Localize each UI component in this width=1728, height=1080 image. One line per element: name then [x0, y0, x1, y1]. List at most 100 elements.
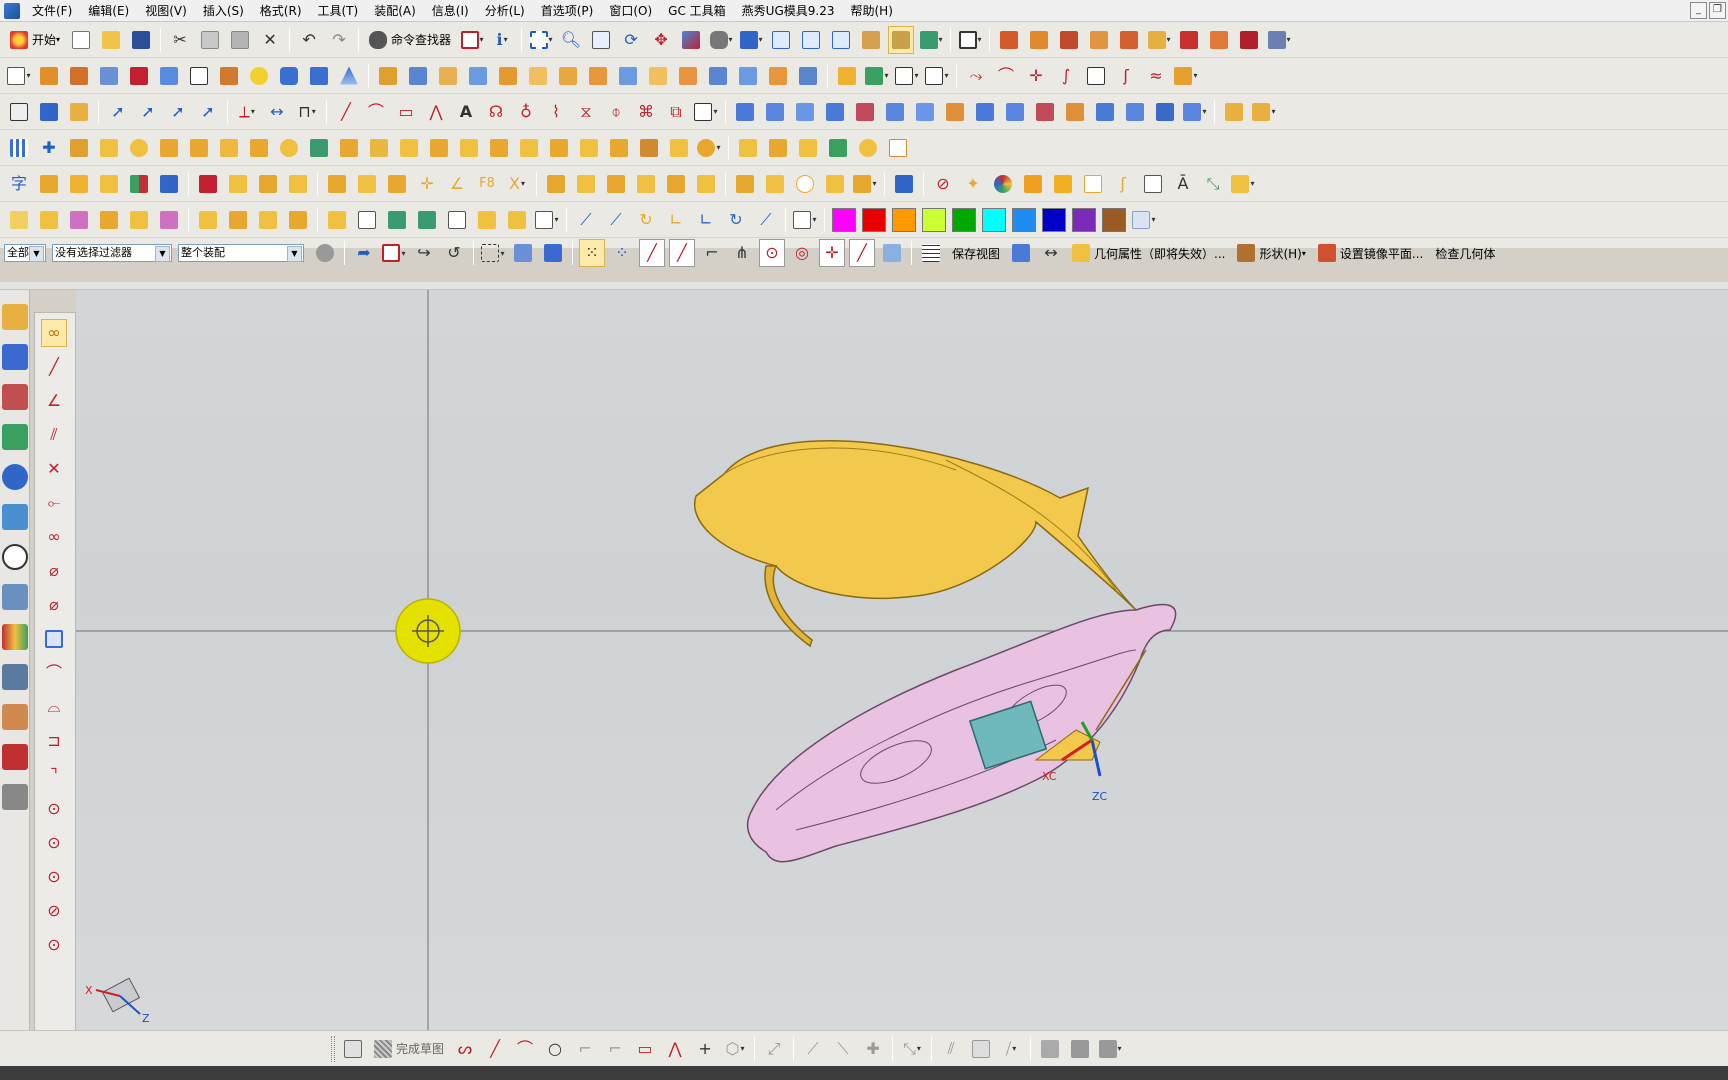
undo-button[interactable]: ↶	[296, 26, 322, 54]
mold-a-8-button[interactable]	[216, 134, 242, 162]
snap-2-button[interactable]: ⁘	[609, 239, 635, 267]
fillet-button[interactable]: ⌐	[572, 1035, 598, 1063]
surface-18-button[interactable]	[1251, 98, 1277, 126]
mold-a-27-button[interactable]	[795, 134, 821, 162]
system-scenes-icon[interactable]	[2, 744, 28, 770]
surface-9-button[interactable]	[972, 98, 998, 126]
mold-b-18-button[interactable]	[543, 170, 569, 198]
profile-tool-button[interactable]: ∞	[41, 319, 67, 347]
mold-c-8-button[interactable]	[225, 206, 251, 234]
tool-3-20-button[interactable]: ⌽	[603, 98, 629, 126]
mold-b-4-button[interactable]	[96, 170, 122, 198]
menu-analysis[interactable]: 分析(L)	[477, 0, 533, 22]
mirror-plane-button[interactable]: 设置镜像平面...	[1312, 240, 1429, 266]
feature-7-button[interactable]	[555, 62, 581, 90]
feature-2-button[interactable]	[405, 62, 431, 90]
pink-part[interactable]	[746, 603, 1177, 863]
menu-preferences[interactable]: 首选项(P)	[533, 0, 602, 22]
mold-b-26-button[interactable]	[792, 170, 818, 198]
constraint-button[interactable]: ⤡	[899, 1035, 925, 1063]
feature-15-button[interactable]	[795, 62, 821, 90]
surface-17-button[interactable]	[1221, 98, 1247, 126]
mold-c-14-button[interactable]	[414, 206, 440, 234]
surface-1-button[interactable]	[732, 98, 758, 126]
color-swatch-orange[interactable]	[892, 207, 916, 232]
feature-6-button[interactable]	[525, 62, 551, 90]
snap-control-button[interactable]: ⌐	[699, 239, 725, 267]
measure-button[interactable]: ↔	[1038, 239, 1064, 267]
mold-a-18-button[interactable]	[516, 134, 542, 162]
sketch-tool-19-button[interactable]: ⊙	[41, 931, 67, 959]
sketch-settings-button[interactable]	[340, 1035, 366, 1063]
color-edit-button[interactable]	[1131, 206, 1157, 234]
surface-2-button[interactable]	[762, 98, 788, 126]
select-tool-1-button[interactable]: ➦	[351, 239, 377, 267]
mold-b-13-button[interactable]	[384, 170, 410, 198]
surface-5-button[interactable]	[852, 98, 878, 126]
mold-b-5-button[interactable]	[126, 170, 152, 198]
mold-b-1-button[interactable]: 字	[6, 170, 32, 198]
mold-b-38-button[interactable]: Ā	[1170, 170, 1196, 198]
feature-19-button[interactable]	[924, 62, 950, 90]
web-browser-icon[interactable]	[2, 464, 28, 490]
info-tool-button[interactable]: ℹ	[489, 26, 515, 54]
mold-c-10-button[interactable]	[285, 206, 311, 234]
mold-b-31-button[interactable]: ✦	[960, 170, 986, 198]
mold-a-25-button[interactable]	[735, 134, 761, 162]
mold-c-15-button[interactable]	[444, 206, 470, 234]
mold-b-12-button[interactable]	[354, 170, 380, 198]
zoom-region-button[interactable]	[588, 26, 614, 54]
mold-a-30-button[interactable]	[885, 134, 911, 162]
view-top-button[interactable]	[798, 26, 824, 54]
line-button[interactable]: ╱	[482, 1035, 508, 1063]
show-constraints-button[interactable]	[968, 1035, 994, 1063]
mold-b-24-button[interactable]	[732, 170, 758, 198]
zoom-button[interactable]: 🔍︎	[558, 26, 584, 54]
mold-a-20-button[interactable]	[576, 134, 602, 162]
mold-b-10-button[interactable]	[285, 170, 311, 198]
mold-a-7-button[interactable]	[186, 134, 212, 162]
mold-c-24-button[interactable]: ↻	[723, 206, 749, 234]
mold-b-37-button[interactable]	[1140, 170, 1166, 198]
color-swatch-cyan[interactable]	[982, 207, 1006, 232]
mold-tool-8-button[interactable]	[1206, 26, 1232, 54]
color-swatch-green[interactable]	[952, 207, 976, 232]
curve-6-button[interactable]: ʃ	[1113, 62, 1139, 90]
cylinder-button[interactable]	[276, 62, 302, 90]
mold-a-26-button[interactable]	[765, 134, 791, 162]
mold-tool-4-button[interactable]	[1086, 26, 1112, 54]
tool-3-8-button[interactable]: ⟂	[234, 98, 260, 126]
surface-8-button[interactable]	[942, 98, 968, 126]
rotate-button[interactable]: ⟳	[618, 26, 644, 54]
feature-8-button[interactable]	[585, 62, 611, 90]
arc-button[interactable]: ⌒	[512, 1035, 538, 1063]
select-tool-6-button[interactable]	[510, 239, 536, 267]
fit-view-button[interactable]	[528, 26, 554, 54]
mold-c-4-button[interactable]	[96, 206, 122, 234]
tool-3-17-button[interactable]: ♁	[513, 98, 539, 126]
tool-3-9-button[interactable]: ↔	[264, 98, 290, 126]
mold-c-1-button[interactable]	[6, 206, 32, 234]
sketch-tool-3-button[interactable]: ∠	[41, 387, 67, 415]
mold-b-22-button[interactable]	[663, 170, 689, 198]
mold-tool-3-button[interactable]	[1056, 26, 1082, 54]
tool-3-4-button[interactable]: ➚	[105, 98, 131, 126]
save-button[interactable]	[128, 26, 154, 54]
command-finder-button[interactable]: 命令查找器	[363, 27, 457, 53]
mold-a-24-button[interactable]	[696, 134, 722, 162]
check-geometry-button[interactable]: 检查几何体	[1429, 240, 1501, 266]
profile-button[interactable]: ᔕ	[452, 1035, 478, 1063]
color-swatch-yellow-green[interactable]	[922, 207, 946, 232]
origin-marker[interactable]	[395, 598, 461, 664]
auto-constrain-button[interactable]: ⫽	[938, 1035, 964, 1063]
color-swatch-magenta[interactable]	[832, 207, 856, 232]
mold-a-13-button[interactable]	[366, 134, 392, 162]
mold-c-22-button[interactable]: ∟	[663, 206, 689, 234]
sketch-tool-5-button[interactable]: ✕	[41, 455, 67, 483]
sketch-tool-16-button[interactable]: ⊙	[41, 829, 67, 857]
mold-a-28-button[interactable]	[825, 134, 851, 162]
mold-b-8-button[interactable]	[225, 170, 251, 198]
color-swatch-red[interactable]	[862, 207, 886, 232]
cone-button[interactable]	[336, 62, 362, 90]
mold-a-9-button[interactable]	[246, 134, 272, 162]
